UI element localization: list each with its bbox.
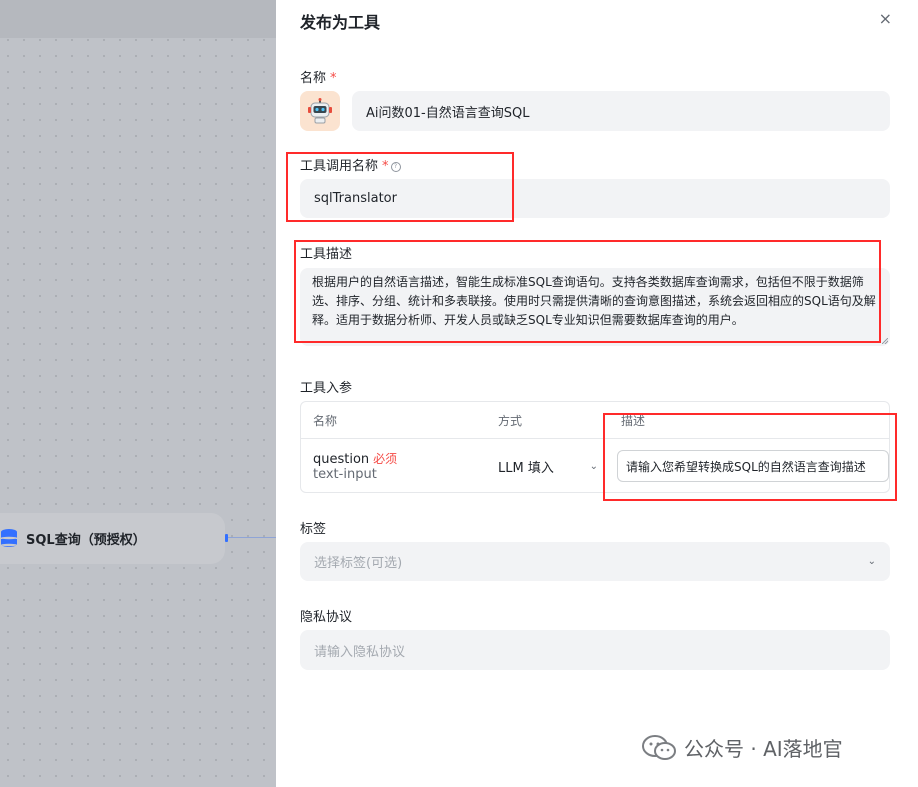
description-textarea[interactable]: 根据用户的自然语言描述，智能生成标准SQL查询语句。支持各类数据库查询需求，包括… (300, 268, 890, 346)
name-label: 名称 * (300, 67, 337, 86)
node-label: SQL查询（预授权） (26, 533, 146, 548)
params-label: 工具入参 (300, 381, 353, 396)
param-type: text-input (313, 467, 377, 482)
params-table-header: 名称 方式 描述 (301, 402, 889, 439)
param-required-badge: 必须 (373, 452, 398, 466)
chevron-down-icon: ⌄ (867, 556, 876, 567)
node-output-handle[interactable] (225, 534, 228, 542)
param-method-value: LLM 填入 (498, 461, 554, 476)
drawer-title: 发布为工具 (300, 13, 381, 32)
canvas-toolbar-area (0, 0, 276, 38)
edge-connector (228, 537, 276, 538)
name-label-text: 名称 (300, 71, 327, 86)
param-description-input[interactable]: 请输入您希望转换成SQL的自然语言查询描述 (617, 450, 889, 482)
column-header-description: 描述 (621, 414, 646, 428)
tool-call-name-input[interactable]: sqlTranslator (300, 179, 890, 218)
publish-tool-drawer: 发布为工具 × 名称 * Ai问数01-自然语言查询SQL 工具调用名称 *? sq… (276, 0, 918, 787)
tool-call-name-label: 工具调用名称 *? (300, 155, 401, 174)
param-name-cell: question 必须 (313, 448, 397, 467)
tool-avatar[interactable] (300, 91, 340, 131)
required-mark: * (330, 71, 337, 86)
params-table: 名称 方式 描述 question 必须 text-input LLM 填入 ⌄ … (300, 401, 890, 493)
privacy-label: 隐私协议 (300, 610, 353, 625)
wechat-icon (642, 734, 676, 760)
watermark-text: 公众号 · AI落地官 (684, 737, 843, 761)
column-header-name: 名称 (313, 414, 338, 428)
privacy-placeholder: 请输入隐私协议 (314, 644, 406, 660)
robot-icon (308, 98, 332, 124)
tool-name-value: Ai问数01-自然语言查询SQL (366, 105, 530, 121)
resize-handle[interactable] (882, 338, 888, 344)
help-icon[interactable]: ? (390, 162, 401, 172)
tool-call-name-label-text: 工具调用名称 (300, 159, 379, 174)
close-icon[interactable]: × (879, 9, 892, 28)
watermark: 公众号 · AI落地官 (642, 733, 843, 762)
description-label: 工具描述 (300, 247, 353, 262)
workflow-node-sql-query[interactable]: SQL查询（预授权） (0, 513, 228, 564)
tags-placeholder: 选择标签(可选) (314, 556, 403, 571)
tool-call-name-value: sqlTranslator (314, 191, 397, 206)
description-value: 根据用户的自然语言描述，智能生成标准SQL查询语句。支持各类数据库查询需求，包括… (312, 275, 876, 327)
privacy-input[interactable]: 请输入隐私协议 (300, 630, 890, 670)
workflow-canvas: SQL查询（预授权） (0, 0, 276, 787)
tags-label: 标签 (300, 522, 327, 537)
param-method-select[interactable]: LLM 填入 ⌄ (498, 457, 598, 476)
param-description-value: 请输入您希望转换成SQL的自然语言查询描述 (626, 459, 866, 474)
tool-name-input[interactable]: Ai问数01-自然语言查询SQL (352, 91, 890, 131)
param-name: question (313, 452, 370, 467)
chevron-down-icon: ⌄ (589, 461, 598, 472)
required-mark: * (382, 159, 389, 174)
column-header-method: 方式 (498, 414, 523, 428)
database-icon (1, 528, 17, 547)
tags-select[interactable]: 选择标签(可选) ⌄ (300, 542, 890, 581)
